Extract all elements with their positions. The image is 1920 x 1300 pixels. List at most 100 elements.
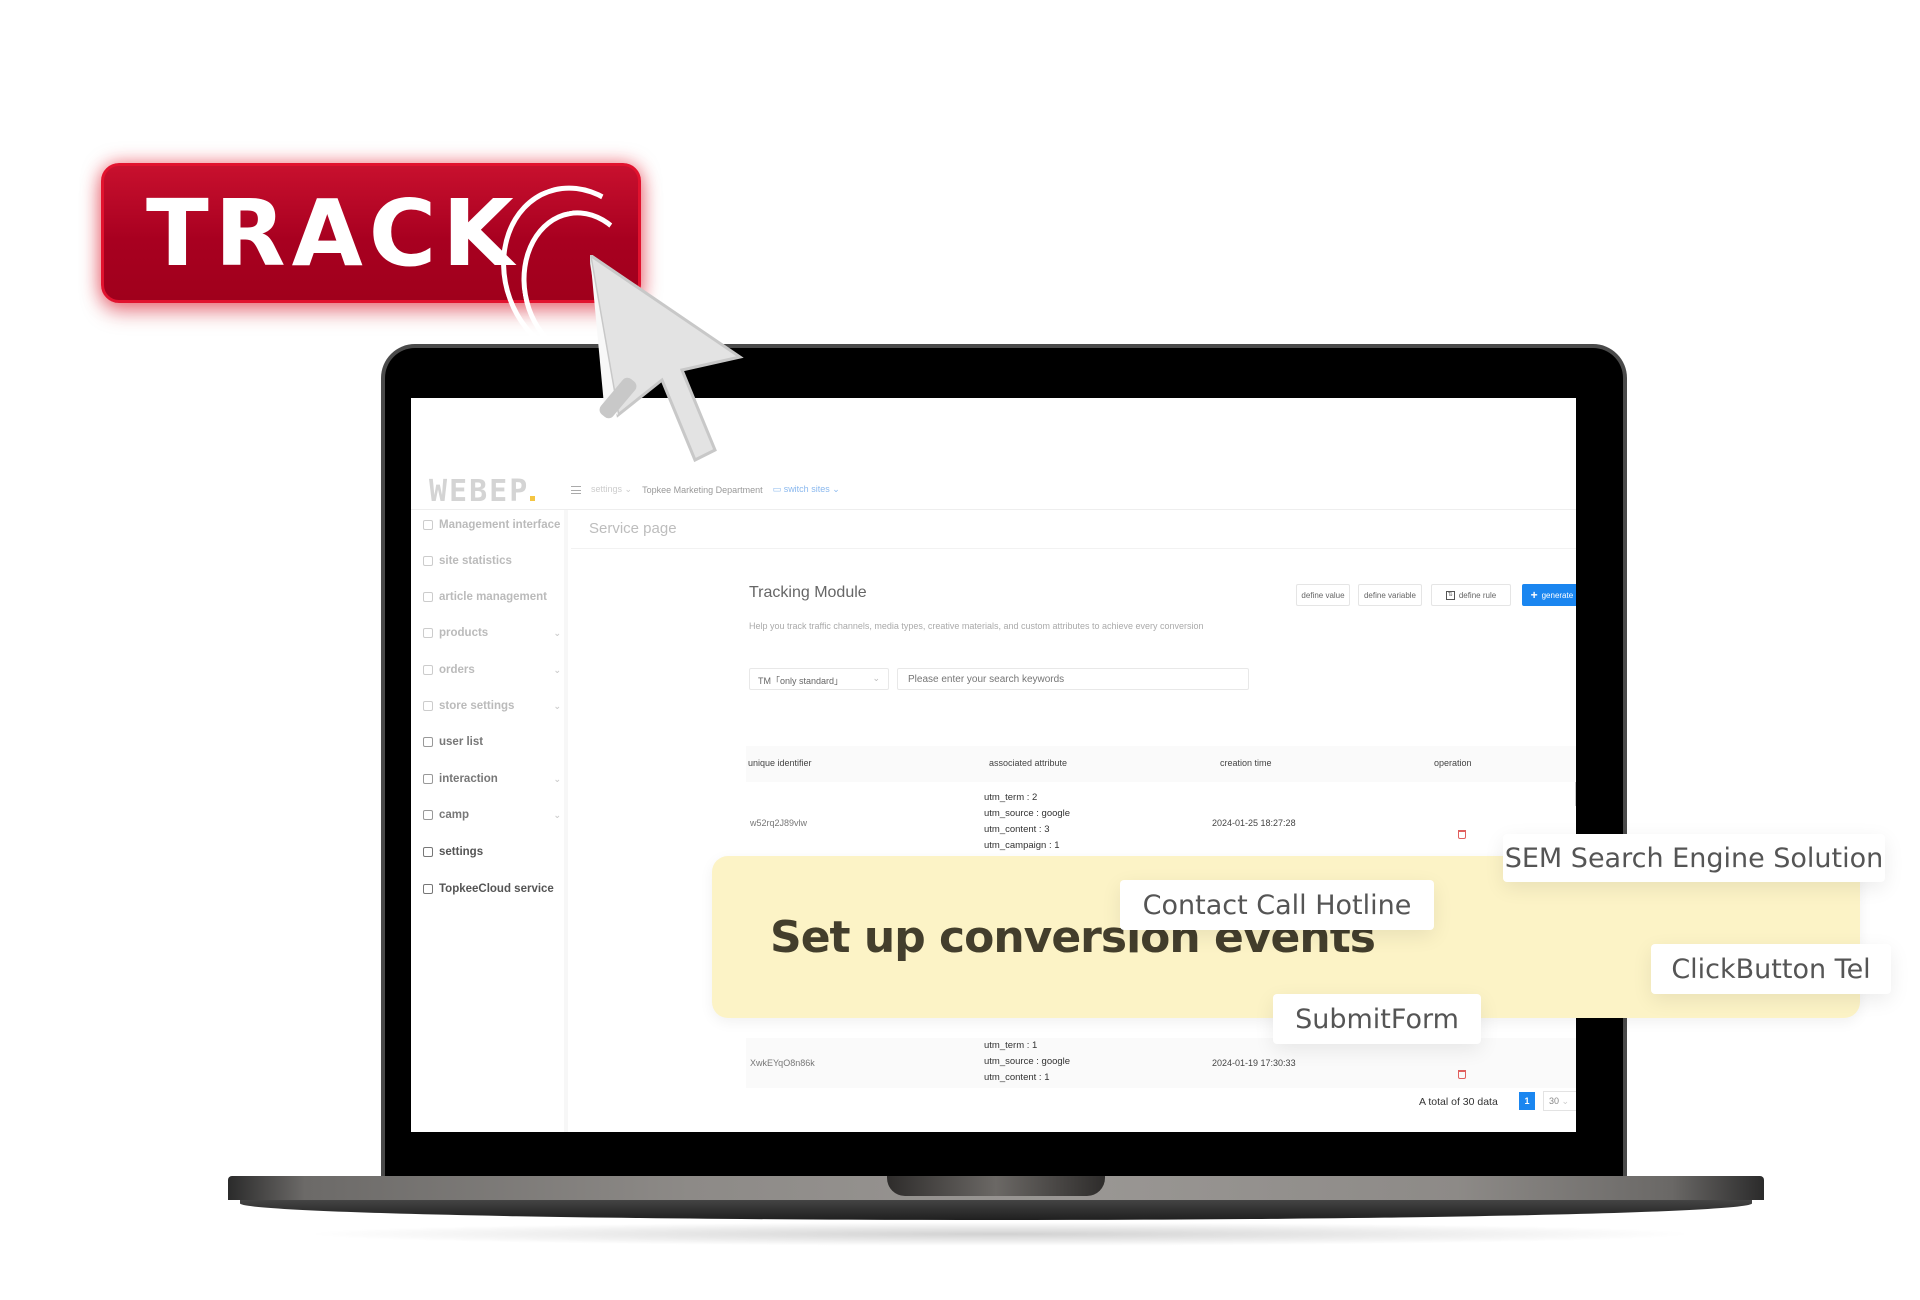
module-description: Help you track traffic channels, media t…: [749, 621, 1204, 631]
chevron-down-icon: ⌄: [553, 627, 561, 638]
creation-time: 2024-01-25 18:27:28: [1212, 818, 1296, 828]
type-select-value: TM「only standard」: [758, 676, 844, 686]
sidebar-item-user-list[interactable]: user list: [423, 736, 561, 748]
plus-icon: +: [1530, 588, 1538, 602]
creation-time: 2024-01-19 17:30:33: [1212, 1058, 1296, 1068]
chevron-down-icon: ⌄: [832, 484, 840, 494]
attribute-line: utm_content : 1: [984, 1072, 1050, 1083]
page-title: Service page: [589, 520, 677, 537]
home-icon: [423, 520, 433, 530]
tag-submitform: SubmitForm: [1273, 994, 1481, 1044]
define-value-label: define value: [1301, 590, 1345, 600]
sidebar-item-store-settings[interactable]: store settings ⌄: [423, 700, 561, 712]
top-navbar: WEBEP settings ⌄ Topkee Marketing Depart…: [411, 468, 1576, 510]
table-row: w52rq2J89vlw utm_term : 2 utm_source : g…: [746, 790, 1576, 860]
sidebar-item-label: settings: [439, 846, 484, 858]
laptop-notch: [887, 1176, 1105, 1196]
logo-text: WEBEP: [429, 474, 530, 509]
sidebar-item-site-statistics[interactable]: site statistics: [423, 555, 561, 567]
attribute-line: utm_content : 3: [984, 824, 1050, 835]
tag-contact-call-hotline: Contact Call Hotline: [1120, 880, 1434, 930]
define-variable-label: define variable: [1363, 590, 1417, 600]
sidebar-item-label: store settings: [439, 700, 515, 712]
sidebar-item-label: Management interface: [439, 519, 561, 531]
sidebar-item-label: site statistics: [439, 555, 512, 567]
sidebar-item-label: TopkeeCloud service: [439, 883, 554, 895]
tag-label: SubmitForm: [1295, 1003, 1459, 1035]
chevron-down-icon: ⌄: [553, 809, 561, 820]
page-size-select[interactable]: 30 ⌄: [1543, 1091, 1576, 1111]
attribute-line: utm_campaign : 1: [984, 840, 1060, 851]
document-icon: [423, 592, 433, 602]
users-icon: [423, 737, 433, 747]
define-value-button[interactable]: define value: [1296, 584, 1350, 606]
column-header: operation: [1434, 758, 1472, 768]
attribute-line: utm_term : 1: [984, 1040, 1038, 1051]
sidebar-item-interaction[interactable]: interaction ⌄: [423, 773, 561, 785]
page-size-value: 30: [1549, 1096, 1560, 1106]
nav-switch-sites[interactable]: ▭ switch sites ⌄: [773, 484, 840, 495]
tag-sem-search-engine: SEM Search Engine Solution: [1503, 834, 1885, 882]
nav-settings[interactable]: settings ⌄: [591, 484, 632, 495]
track-button-label: TRACK: [146, 180, 520, 287]
chart-icon: [423, 556, 433, 566]
logo: WEBEP: [429, 474, 536, 509]
associated-attributes: utm_term : 1 utm_source : google utm_con…: [984, 1038, 1070, 1086]
cursor-pointer-icon: [590, 255, 744, 463]
sidebar-item-management-interface[interactable]: Management interface: [423, 519, 561, 531]
sidebar-item-camp[interactable]: camp ⌄: [423, 809, 561, 821]
bag-icon: [423, 665, 433, 675]
module-title: Tracking Module: [749, 584, 867, 601]
search-input[interactable]: [897, 668, 1249, 690]
sidebar-item-orders[interactable]: orders ⌄: [423, 664, 561, 676]
type-select[interactable]: TM「only standard」 ⌄: [749, 668, 889, 690]
column-header: associated attribute: [989, 758, 1068, 768]
table-header: unique identifier associated attribute c…: [746, 746, 1576, 782]
logo-dot: [530, 496, 536, 501]
sidebar-item-products[interactable]: products ⌄: [423, 627, 561, 639]
define-variable-button[interactable]: define variable: [1358, 584, 1422, 606]
sidebar: Management interface site statistics art…: [411, 510, 568, 1132]
store-icon: [423, 701, 433, 711]
chevron-down-icon: ⌄: [1561, 1096, 1570, 1106]
sidebar-item-label: article management: [439, 591, 548, 603]
sidebar-item-label: user list: [439, 736, 484, 748]
pagination-total: A total of 30 data: [1419, 1096, 1498, 1108]
unique-identifier: w52rq2J89vlw: [750, 818, 808, 828]
trash-icon: [1458, 830, 1466, 839]
laptop-shadow: [300, 1222, 1700, 1246]
switch-sites-label: switch sites: [783, 484, 830, 494]
generate-id-button[interactable]: +generate ID: [1522, 584, 1576, 606]
list-icon: [423, 884, 433, 894]
sidebar-item-settings[interactable]: settings: [423, 846, 561, 858]
refresh-icon: [423, 774, 433, 784]
unique-identifier: XwkEYqO8n86k: [750, 1058, 815, 1068]
define-rule-label: define rule: [1458, 590, 1497, 600]
associated-attributes: utm_term : 2 utm_source : google utm_con…: [984, 790, 1070, 854]
chevron-down-icon: ⌄: [553, 700, 561, 711]
nav-settings-label: settings: [591, 484, 623, 494]
tag-clickbutton-tel: ClickButton Tel: [1651, 944, 1891, 994]
box-icon: [423, 628, 433, 638]
divider: [571, 548, 1576, 549]
sidebar-item-label: orders: [439, 664, 475, 676]
gear-icon: [423, 847, 433, 857]
nav-department[interactable]: Topkee Marketing Department: [642, 485, 763, 495]
table-row: XwkEYqO8n86k utm_term : 1 utm_source : g…: [746, 1038, 1576, 1088]
trash-icon: [1458, 1070, 1466, 1079]
chevron-down-icon: ⌄: [553, 773, 561, 784]
define-rule-button[interactable]: ⇅ define rule: [1431, 584, 1511, 606]
tag-label: SEM Search Engine Solution: [1504, 842, 1884, 874]
sidebar-item-topkeecloud-service[interactable]: TopkeeCloud service: [423, 883, 561, 895]
rule-icon: ⇅: [1445, 590, 1455, 600]
page-button[interactable]: 1: [1519, 1092, 1535, 1110]
sidebar-item-label: camp: [439, 809, 470, 821]
monitor-icon: ▭: [772, 484, 782, 494]
sidebar-item-label: interaction: [439, 773, 498, 785]
campaign-icon: [423, 810, 433, 820]
attribute-line: utm_source : google: [984, 808, 1071, 819]
column-header: unique identifier: [748, 758, 812, 768]
sidebar-item-article-management[interactable]: article management: [423, 591, 561, 603]
attribute-line: utm_term : 2: [984, 792, 1038, 803]
menu-icon[interactable]: [571, 485, 581, 494]
